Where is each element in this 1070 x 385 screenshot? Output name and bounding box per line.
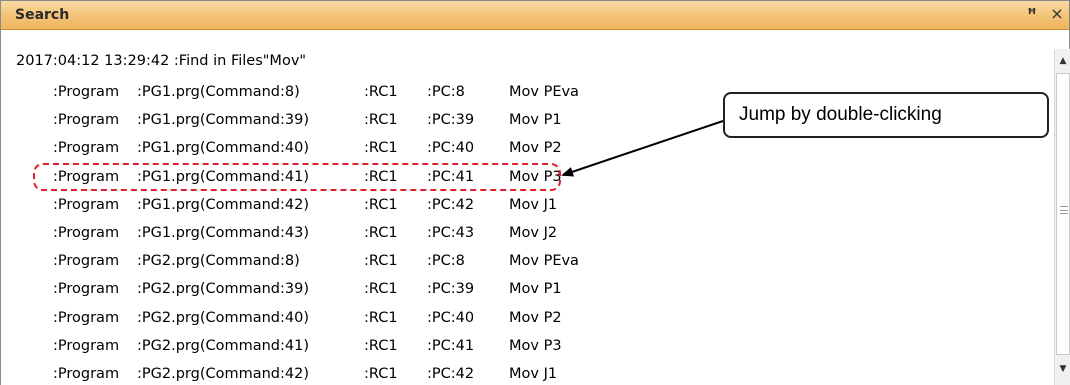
callout-text: Jump by double-clicking — [739, 104, 942, 125]
result-pc: :PC:42 — [427, 196, 475, 213]
result-type: :Program — [53, 140, 120, 157]
result-file: :PG2.prg(Command:8) — [137, 253, 300, 270]
result-pc: :PC:39 — [427, 281, 475, 298]
result-file: :PG1.prg(Command:42) — [137, 196, 309, 213]
result-command: Mov P1 — [509, 281, 562, 298]
scroll-up-icon[interactable]: ▲ — [1055, 53, 1070, 69]
result-rc: :RC1 — [364, 196, 398, 213]
result-command: Mov P1 — [509, 112, 562, 129]
scroll-down-icon[interactable]: ▼ — [1055, 361, 1070, 377]
result-command: Mov J2 — [509, 225, 558, 241]
result-type: :Program — [53, 253, 120, 270]
result-command: Mov J1 — [509, 366, 558, 382]
result-pc: :PC:39 — [427, 112, 475, 129]
search-panel: Search ꟸ × 2017:04:12 13:29:42 :Find in … — [0, 0, 1070, 385]
vertical-scrollbar[interactable]: ▲ ▼ — [1054, 49, 1070, 385]
result-file: :PG2.prg(Command:40) — [137, 309, 309, 326]
results-list[interactable]: 2017:04:12 13:29:42 :Find in Files"Mov" … — [1, 31, 1054, 385]
result-rc: :RC1 — [364, 337, 398, 354]
result-type: :Program — [53, 112, 120, 129]
result-file: :PG1.prg(Command:8) — [137, 84, 300, 100]
result-file: :PG1.prg(Command:39) — [137, 112, 309, 129]
panel-title: Search — [15, 7, 70, 23]
pin-icon[interactable]: ꟸ — [1023, 4, 1041, 24]
result-command: Mov PEva — [509, 84, 579, 100]
result-command: Mov PEva — [509, 253, 579, 270]
result-file: :PG2.prg(Command:41) — [137, 337, 309, 354]
result-command: Mov P2 — [509, 309, 562, 326]
result-type: :Program — [53, 366, 120, 382]
result-type: :Program — [53, 84, 120, 100]
highlighted-row-marker — [33, 163, 561, 191]
result-file: :PG1.prg(Command:43) — [137, 225, 309, 241]
result-pc: :PC:40 — [427, 309, 475, 326]
result-rc: :RC1 — [364, 309, 398, 326]
result-rc: :RC1 — [364, 225, 398, 241]
result-type: :Program — [53, 281, 120, 298]
result-file: :PG1.prg(Command:40) — [137, 140, 309, 157]
search-header: 2017:04:12 13:29:42 :Find in Files"Mov" — [16, 53, 307, 69]
result-file: :PG2.prg(Command:39) — [137, 281, 309, 298]
result-pc: :PC:43 — [427, 225, 475, 241]
result-command: Mov P3 — [509, 337, 562, 354]
close-icon[interactable]: × — [1048, 4, 1066, 24]
callout-box: Jump by double-clicking — [723, 92, 1049, 138]
result-type: :Program — [53, 337, 120, 354]
result-command: Mov P2 — [509, 140, 562, 157]
result-rc: :RC1 — [364, 140, 398, 157]
result-file: :PG2.prg(Command:42) — [137, 366, 309, 382]
result-pc: :PC:8 — [427, 84, 465, 100]
result-pc: :PC:8 — [427, 253, 465, 270]
result-rc: :RC1 — [364, 366, 398, 382]
result-type: :Program — [53, 196, 120, 213]
result-command: Mov J1 — [509, 196, 558, 213]
result-type: :Program — [53, 225, 120, 241]
result-rc: :RC1 — [364, 84, 398, 100]
title-bar: Search ꟸ × — [1, 1, 1069, 30]
result-rc: :RC1 — [364, 253, 398, 270]
scrollbar-thumb[interactable] — [1056, 73, 1070, 355]
result-pc: :PC:40 — [427, 140, 475, 157]
result-rc: :RC1 — [364, 112, 398, 129]
result-pc: :PC:42 — [427, 366, 475, 382]
grip-icon — [1060, 206, 1068, 214]
result-pc: :PC:41 — [427, 337, 475, 354]
result-rc: :RC1 — [364, 281, 398, 298]
result-type: :Program — [53, 309, 120, 326]
